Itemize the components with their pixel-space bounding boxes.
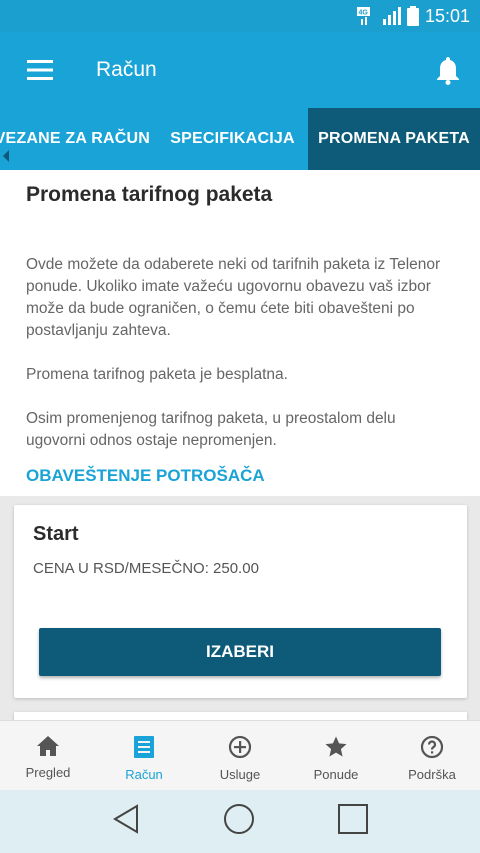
nav-label: Račun [125,767,163,782]
nav-label: Usluge [219,767,261,782]
clock: 15:01 [424,5,470,26]
notifications-button[interactable] [416,32,480,108]
battery-icon [406,6,419,26]
nav-label: Ponude [313,767,359,782]
info-paragraph: Osim promenjenog tarifnog paketa, u preo… [26,410,396,449]
system-nav-bar [0,790,480,853]
bell-icon [437,57,459,85]
network-4g-icon: 4G [356,7,377,25]
tab-label: SPECIFIKACIJA [170,130,295,147]
menu-button[interactable] [0,32,80,108]
tab-bar: E VEZANE ZA RAČUN SPECIFIKACIJA PROMENA … [0,108,480,170]
consumer-notice-link[interactable]: OBAVEŠTENJE POTROŠAČA [26,466,454,486]
tab-specification[interactable]: SPECIFIKACIJA [160,108,305,170]
nav-label: Pregled [25,765,71,780]
status-bar: 4G 15:01 [0,0,480,32]
section-heading: Promena tarifnog paketa [26,183,273,206]
info-paragraph: Ovde možete da odaberete neki od tarifni… [26,256,441,339]
nav-item-support[interactable]: Podrška [384,721,480,790]
back-button[interactable] [112,804,140,839]
tab-package-change[interactable]: PROMENA PAKETA [308,108,480,170]
app-bar: Račun [0,32,480,108]
help-icon [420,735,444,759]
page-title: Račun [96,58,157,81]
package-name: Start [33,523,79,545]
package-price: CENA U RSD/MESEČNO: 250.00 [33,560,259,577]
nav-item-services[interactable]: Usluge [192,721,288,790]
recents-square-icon [338,804,369,834]
star-icon [325,736,347,757]
add-circle-icon [228,735,252,759]
nav-label: Podrška [408,767,456,782]
nav-item-bill[interactable]: Račun [96,721,192,790]
bottom-nav: Pregled Račun Usluge Ponude Podrška [0,720,480,790]
info-paragraph: Promena tarifnog paketa je besplatna. [26,366,288,383]
home-circle-icon [223,804,254,834]
hamburger-icon [27,60,53,80]
home-icon [37,736,59,756]
receipt-icon [134,736,154,758]
recents-button[interactable] [338,804,369,839]
select-package-button[interactable]: IZABERI [39,628,441,676]
nav-item-offers[interactable]: Ponude [288,721,384,790]
scroll-left-arrow-icon[interactable] [3,150,9,162]
package-card: Start CENA U RSD/MESEČNO: 250.00 IZABERI [14,505,467,698]
back-triangle-icon [112,804,138,834]
tab-account-related[interactable]: E VEZANE ZA RAČUN [0,108,150,170]
home-button[interactable] [223,803,255,840]
package-change-info: Promena tarifnog paketa Ovde možete da o… [0,170,480,496]
nav-item-overview[interactable]: Pregled [0,721,96,790]
tab-label: E VEZANE ZA RAČUN [0,130,150,147]
signal-icon [382,7,401,25]
svg-text:4G: 4G [358,10,368,17]
tab-label: PROMENA PAKETA [318,130,470,147]
